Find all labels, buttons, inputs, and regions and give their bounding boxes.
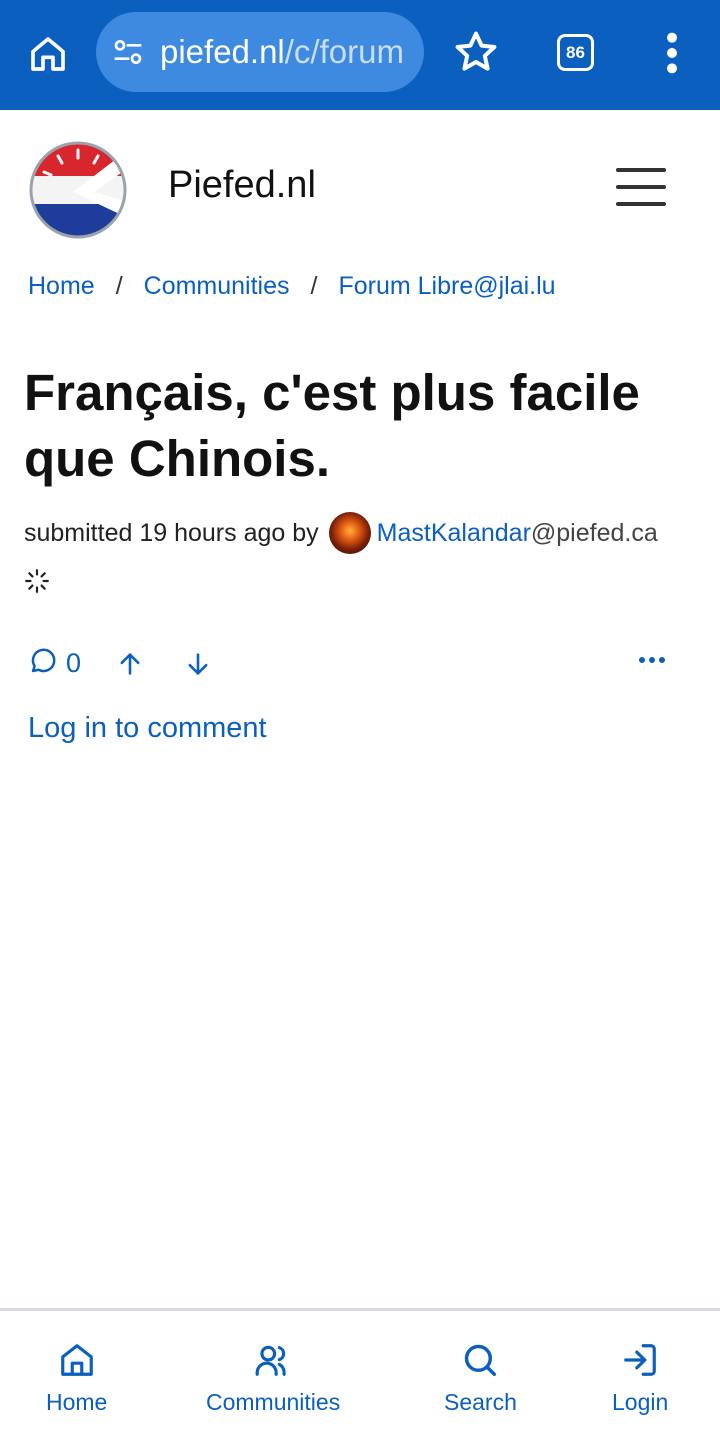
site-title[interactable]: Piefed.nl [168,164,316,207]
author-avatar[interactable] [328,512,371,554]
nav-login[interactable]: Login [612,1341,668,1416]
downvote-arrow-icon[interactable] [184,650,212,678]
users-icon [255,1345,286,1376]
breadcrumb-community-link[interactable]: Forum Libre@jlai.lu [338,272,555,301]
breadcrumb-home-link[interactable]: Home [28,272,95,301]
author-instance: @piefed.ca [530,518,658,547]
breadcrumb: Home / Communities / Forum Libre@jlai.lu [28,272,556,301]
browser-home-button[interactable] [22,28,74,80]
nav-search[interactable]: Search [444,1341,517,1416]
nav-login-label: Login [612,1389,669,1415]
url-path: /c/forum [284,33,404,70]
hamburger-line [616,168,666,172]
comment-count[interactable]: 0 [66,648,81,679]
nav-communities-label: Communities [206,1389,341,1415]
site-settings-icon[interactable] [112,36,144,68]
breadcrumb-communities-link[interactable]: Communities [144,272,290,301]
post-title: Français, c'est plus facile que Chinois. [24,364,640,487]
upvote-arrow-icon[interactable] [116,650,144,678]
breadcrumb-separator: / [310,272,318,300]
tab-switcher-button[interactable]: 86 [557,34,594,71]
post-byline: submitted 19 hours ago by MastKalandar @p… [24,512,658,554]
bottom-navigation: Home Communities Search Login [0,1308,720,1447]
login-to-comment-link[interactable]: Log in to comment [28,712,267,745]
home-icon [60,1344,93,1376]
home-icon [31,37,65,71]
login-icon [624,1344,656,1376]
more-options-icon[interactable] [636,648,668,672]
hamburger-line [616,202,666,206]
address-bar[interactable]: piefed.nl/c/forum [96,12,424,92]
site-header: Piefed.nl [0,110,720,260]
site-logo[interactable] [28,140,128,240]
main-menu-button[interactable] [616,166,668,208]
submitted-text: submitted 19 hours ago by [24,518,319,547]
browser-toolbar: piefed.nl/c/forum 86 [0,0,720,110]
nav-communities[interactable]: Communities [206,1341,340,1416]
search-icon [465,1344,497,1376]
browser-menu-icon[interactable] [656,30,688,76]
post-actions: 0 [0,640,720,690]
author-link[interactable]: MastKalandar [377,519,531,548]
nav-home-label: Home [46,1389,108,1415]
nav-search-label: Search [444,1389,517,1415]
comment-icon[interactable] [28,646,58,676]
breadcrumb-separator: / [115,272,123,300]
bookmark-star-icon[interactable] [452,28,500,76]
hamburger-line [616,185,666,189]
nav-home[interactable]: Home [46,1341,107,1416]
tab-count: 86 [566,42,585,62]
loading-spinner-icon [25,569,49,593]
url-host: piefed.nl [160,33,285,70]
url-text: piefed.nl/c/forum [160,33,404,71]
